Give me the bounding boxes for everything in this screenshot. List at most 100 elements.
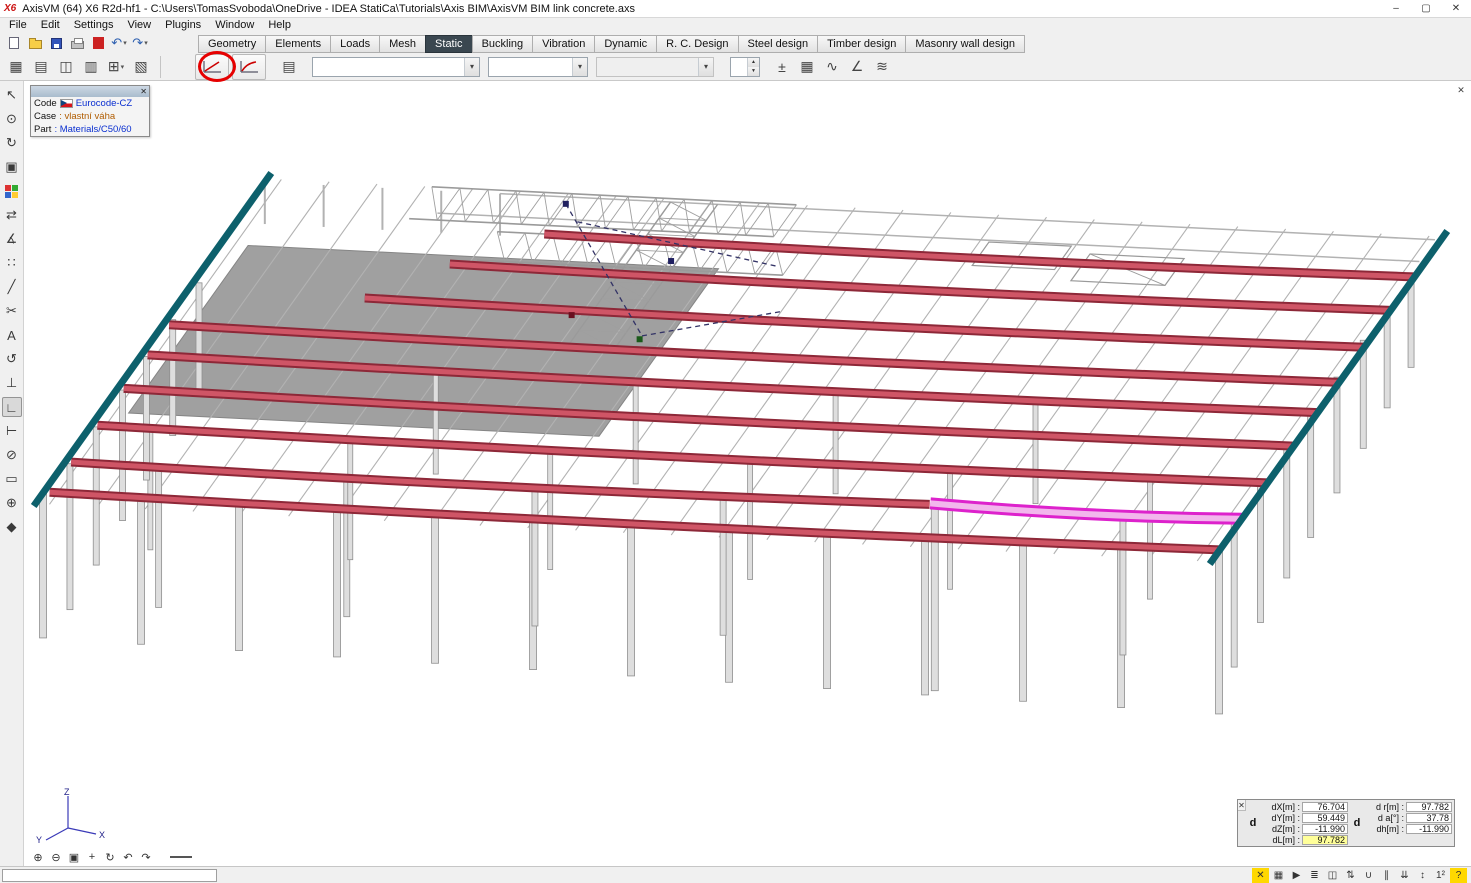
display-options-button[interactable]: ▧: [129, 55, 153, 79]
delta-mode-indicator-polar[interactable]: d: [1352, 801, 1362, 845]
spinner-up-icon[interactable]: ▲: [748, 58, 759, 67]
zoom-tool[interactable]: ⊙: [2, 109, 22, 129]
grid-snap-icon[interactable]: ▦: [1270, 868, 1287, 883]
da-value[interactable]: 37.78: [1406, 813, 1452, 823]
coordinate-panel-close-icon[interactable]: ✕: [1238, 800, 1246, 811]
tab-geometry[interactable]: Geometry: [198, 35, 265, 53]
display-mode-combo[interactable]: ▾: [596, 57, 714, 77]
text-label-tool[interactable]: A: [2, 325, 22, 345]
command-line-input[interactable]: [2, 869, 217, 882]
dy-value[interactable]: 59.449: [1302, 813, 1348, 823]
tab-elements[interactable]: Elements: [265, 35, 330, 53]
new-file-button[interactable]: [4, 34, 24, 52]
step-spinner[interactable]: ▲▼: [730, 57, 760, 77]
delta-mode-indicator[interactable]: d: [1248, 801, 1258, 845]
diagram-display-button[interactable]: ∿: [820, 55, 844, 79]
section-segment-button[interactable]: ∠: [845, 55, 869, 79]
save-file-button[interactable]: [46, 34, 66, 52]
menu-file[interactable]: File: [2, 18, 34, 33]
run-analysis-icon[interactable]: ▶: [1288, 868, 1305, 883]
dh-value[interactable]: -11.990: [1406, 824, 1452, 834]
tab-loads[interactable]: Loads: [330, 35, 379, 53]
load-case-combo[interactable]: ▾: [312, 57, 480, 77]
modify-tool[interactable]: ⊕: [2, 493, 22, 513]
node-grid-tool[interactable]: ∷: [2, 253, 22, 273]
arrows-down-icon[interactable]: ⇊: [1396, 868, 1413, 883]
report-maker-button[interactable]: ▤: [29, 55, 53, 79]
superscript-icon[interactable]: 1²: [1432, 868, 1449, 883]
model-viewport[interactable]: ✕ Code Eurocode-CZ Case : vlastní váha P…: [24, 81, 1471, 866]
minimize-button[interactable]: –: [1381, 0, 1411, 18]
dl-value[interactable]: 97.782: [1302, 835, 1348, 845]
model-3d-view[interactable]: [24, 81, 1471, 866]
tab-mesh[interactable]: Mesh: [379, 35, 425, 53]
rotate-button[interactable]: ↻: [102, 849, 118, 865]
display-mode-tool[interactable]: ▣: [2, 157, 22, 177]
menu-window[interactable]: Window: [208, 18, 261, 33]
result-tables-button[interactable]: ▦: [795, 55, 819, 79]
tab-dynamic[interactable]: Dynamic: [594, 35, 656, 53]
table-browser-button[interactable]: ▦: [4, 55, 28, 79]
perpendicular-tool[interactable]: ⊥: [2, 373, 22, 393]
previous-view-button[interactable]: ↶: [120, 849, 136, 865]
help-status-icon[interactable]: ?: [1450, 868, 1467, 883]
info-panel-close-icon[interactable]: ✕: [138, 86, 149, 97]
redo-button[interactable]: ↷▾: [130, 34, 150, 52]
save-to-drawing-library-button[interactable]: ⊞▾: [104, 55, 128, 79]
trim-tool[interactable]: ⊢: [2, 421, 22, 441]
chevron-down-icon[interactable]: ▾: [464, 58, 479, 76]
result-component-combo[interactable]: ▾: [488, 57, 588, 77]
dropdown-arrow-icon[interactable]: ▾: [144, 39, 148, 47]
rotate-view-tool[interactable]: ↻: [2, 133, 22, 153]
print-button[interactable]: [67, 34, 87, 52]
line-thickness-sample[interactable]: [170, 856, 192, 858]
move-copy-tool[interactable]: ⇄: [2, 205, 22, 225]
dz-value[interactable]: -11.990: [1302, 824, 1348, 834]
selection-tool[interactable]: ↖: [2, 85, 22, 105]
dropdown-arrow-icon[interactable]: ▾: [123, 39, 127, 47]
menu-help[interactable]: Help: [261, 18, 298, 33]
tab-vibration[interactable]: Vibration: [532, 35, 594, 53]
menu-view[interactable]: View: [120, 18, 158, 33]
layer-manager-button[interactable]: ◫: [54, 55, 78, 79]
delete-tool[interactable]: ⊘: [2, 445, 22, 465]
tab-static[interactable]: Static: [425, 35, 472, 53]
close-button[interactable]: ✕: [1441, 0, 1471, 18]
tables-icon[interactable]: ≣: [1306, 868, 1323, 883]
chevron-down-icon[interactable]: ▾: [572, 58, 587, 76]
next-view-button[interactable]: ↷: [138, 849, 154, 865]
zoom-to-fit-button[interactable]: ▣: [66, 849, 82, 865]
dr-value[interactable]: 97.782: [1406, 802, 1452, 812]
color-coding-tool[interactable]: [2, 181, 22, 201]
nonlinear-static-analysis-button[interactable]: [232, 54, 266, 80]
linear-static-analysis-button[interactable]: [195, 54, 229, 80]
viewport-close-icon[interactable]: ✕: [1455, 84, 1467, 96]
spinner-down-icon[interactable]: ▼: [748, 67, 759, 76]
zoom-in-button[interactable]: ⊕: [30, 849, 46, 865]
dx-value[interactable]: 76.704: [1302, 802, 1348, 812]
menu-settings[interactable]: Settings: [67, 18, 121, 33]
isosurface-display-button[interactable]: ≋: [870, 55, 894, 79]
draw-line-tool[interactable]: ╱: [2, 277, 22, 297]
tab-r-c-design[interactable]: R. C. Design: [656, 35, 737, 53]
delete-mode-icon[interactable]: ✕: [1252, 868, 1269, 883]
zoom-out-button[interactable]: ⊖: [48, 849, 64, 865]
vertical-range-icon[interactable]: ↕: [1414, 868, 1431, 883]
pdf-export-button[interactable]: [88, 34, 108, 52]
tab-masonry-wall-design[interactable]: Masonry wall design: [905, 35, 1025, 53]
menu-plugins[interactable]: Plugins: [158, 18, 208, 33]
tab-buckling[interactable]: Buckling: [472, 35, 533, 53]
cut-tool[interactable]: ✂: [2, 301, 22, 321]
drawing-library-button[interactable]: ▥: [79, 55, 103, 79]
analysis-settings-button[interactable]: ▤: [277, 55, 301, 79]
dropdown-arrow-icon[interactable]: ▾: [121, 63, 125, 71]
refresh-tool[interactable]: ↺: [2, 349, 22, 369]
display-layers-icon[interactable]: ◫: [1324, 868, 1341, 883]
maximize-button[interactable]: ▢: [1411, 0, 1441, 18]
pan-button[interactable]: +: [84, 849, 100, 865]
info-tool[interactable]: ◆: [2, 517, 22, 537]
sort-icon[interactable]: ⇅: [1342, 868, 1359, 883]
parts-tool[interactable]: ▭: [2, 469, 22, 489]
parallel-snap-icon[interactable]: ∥: [1378, 868, 1395, 883]
chevron-down-icon[interactable]: ▾: [698, 58, 713, 76]
